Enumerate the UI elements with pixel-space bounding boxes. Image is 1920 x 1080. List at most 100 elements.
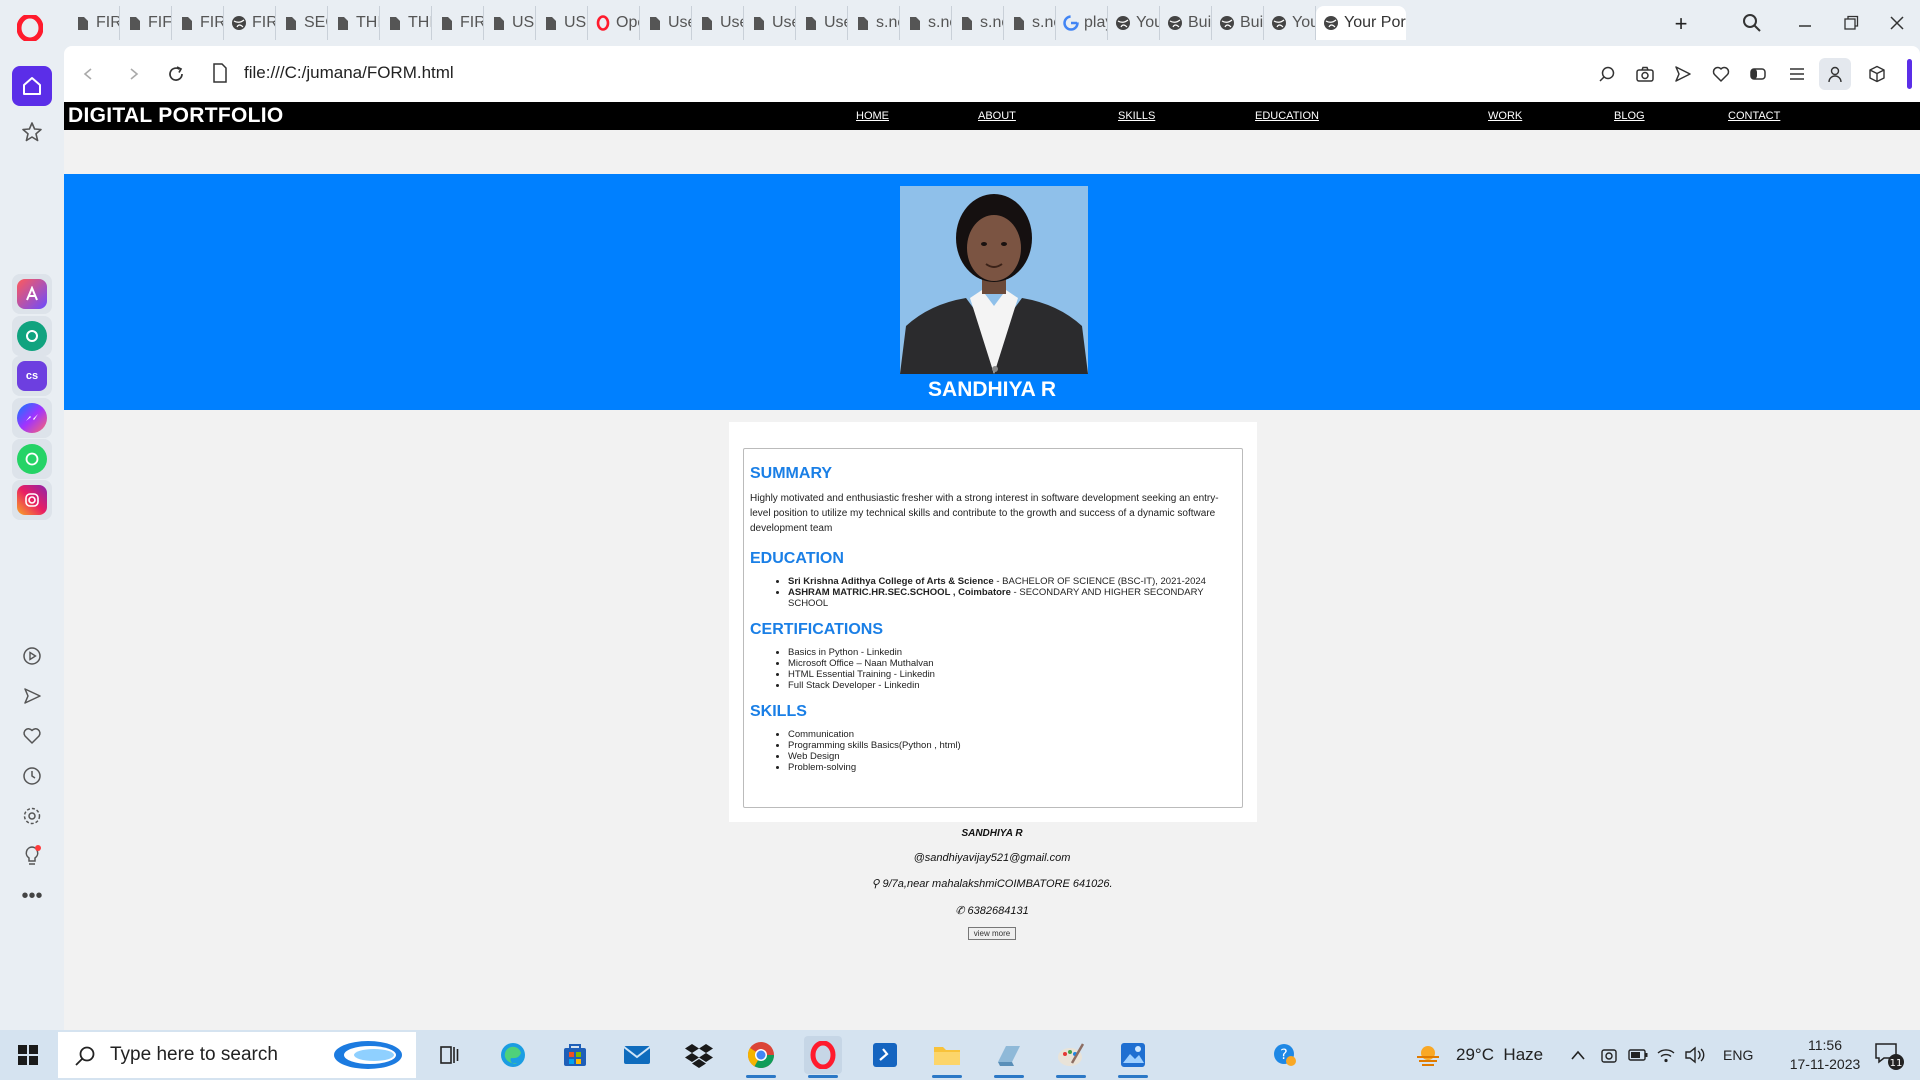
player-icon[interactable] — [12, 636, 52, 676]
minimize-button[interactable] — [1782, 0, 1828, 46]
notes-app-icon[interactable] — [990, 1036, 1028, 1078]
document-icon — [387, 15, 403, 31]
chatsonic-icon[interactable]: cs — [12, 356, 52, 396]
weather-text[interactable]: 29°C Haze — [1456, 1030, 1543, 1080]
file-explorer-icon[interactable] — [928, 1036, 966, 1078]
tab[interactable]: FIRS — [172, 6, 224, 40]
nav-link-contact[interactable]: CONTACT — [1728, 110, 1780, 122]
tab[interactable]: You — [1108, 6, 1160, 40]
more-options-icon[interactable]: ••• — [12, 876, 52, 916]
window-controls — [1722, 0, 1920, 46]
tab-label: s.no — [980, 14, 1003, 31]
clock[interactable]: 11:56 17-11-2023 — [1780, 1030, 1870, 1080]
nav-link-about[interactable]: ABOUT — [978, 110, 1016, 122]
nav-link-education[interactable]: EDUCATION — [1255, 110, 1319, 122]
flow-send-icon[interactable] — [1667, 58, 1699, 90]
snapshot-camera-icon[interactable] — [1629, 58, 1661, 90]
battery-saver-icon[interactable] — [1743, 58, 1775, 90]
bookmark-heart-icon[interactable] — [1705, 58, 1737, 90]
tab[interactable]: You — [1264, 6, 1316, 40]
task-view-icon[interactable] — [430, 1036, 468, 1074]
tips-lightbulb-icon[interactable] — [12, 836, 52, 876]
tab-label: Use — [668, 14, 691, 31]
send-icon[interactable] — [12, 676, 52, 716]
messenger-icon[interactable] — [12, 398, 52, 438]
tab[interactable]: Use — [796, 6, 848, 40]
meet-now-icon[interactable] — [1600, 1030, 1618, 1080]
certifications-list: Basics in Python - Linkedin Microsoft Of… — [750, 647, 1236, 691]
tab[interactable]: s.no — [848, 6, 900, 40]
history-clock-icon[interactable] — [12, 756, 52, 796]
tab[interactable]: SEC — [276, 6, 328, 40]
hero-banner: SANDHIYA R — [64, 174, 1920, 410]
tab-label: Use — [720, 14, 743, 31]
photos-icon[interactable] — [1114, 1036, 1152, 1078]
tab-search-icon[interactable] — [1722, 0, 1782, 46]
tab[interactable]: Buil — [1212, 6, 1264, 40]
chrome-icon[interactable] — [742, 1036, 780, 1078]
home-icon[interactable] — [12, 66, 52, 106]
nav-link-home[interactable]: HOME — [856, 110, 889, 122]
settings-gear-icon[interactable] — [12, 796, 52, 836]
language-indicator[interactable]: ENG — [1723, 1030, 1753, 1080]
dropbox-icon[interactable] — [680, 1036, 718, 1074]
bookmarks-star-icon[interactable] — [12, 112, 52, 152]
view-more-button[interactable]: view more — [968, 927, 1016, 940]
chatgpt-icon[interactable] — [12, 316, 52, 356]
back-arrow-icon[interactable] — [74, 60, 102, 88]
tab-label: FIFT — [148, 14, 172, 31]
notification-center-icon[interactable]: 11 — [1872, 1030, 1906, 1080]
tab[interactable]: Buil — [1160, 6, 1212, 40]
tab[interactable]: USE — [536, 6, 588, 40]
taskbar-search[interactable]: Type here to search — [58, 1032, 416, 1078]
tab[interactable]: FIRS — [224, 6, 276, 40]
tab[interactable]: s.no — [952, 6, 1004, 40]
tab[interactable]: play — [1056, 6, 1108, 40]
forward-arrow-icon[interactable] — [120, 60, 148, 88]
tab[interactable]: Ope — [588, 6, 640, 40]
mail-icon[interactable] — [618, 1036, 656, 1074]
nav-link-skills[interactable]: SKILLS — [1118, 110, 1155, 122]
tab[interactable]: THI — [328, 6, 380, 40]
tab[interactable]: FIFT — [120, 6, 172, 40]
chevron-up-icon[interactable] — [1570, 1030, 1586, 1080]
tab-active[interactable]: Your Por — [1316, 6, 1406, 40]
help-badge-icon[interactable]: ? — [1272, 1030, 1298, 1080]
tab[interactable]: Use — [640, 6, 692, 40]
new-tab-button[interactable]: + — [1667, 10, 1695, 38]
edge-browser-icon[interactable] — [494, 1036, 532, 1074]
powershell-icon[interactable] — [866, 1036, 904, 1074]
speaker-volume-icon[interactable] — [1684, 1030, 1706, 1080]
instagram-icon[interactable] — [12, 480, 52, 520]
heart-icon[interactable] — [12, 716, 52, 756]
close-button[interactable] — [1874, 0, 1920, 46]
tab[interactable]: FIRS — [68, 6, 120, 40]
restore-button[interactable] — [1828, 0, 1874, 46]
tab[interactable]: THI — [380, 6, 432, 40]
tab[interactable]: USE — [484, 6, 536, 40]
tab[interactable]: Use — [692, 6, 744, 40]
extensions-cube-icon[interactable] — [1857, 58, 1897, 90]
tab[interactable]: FIRS — [432, 6, 484, 40]
tab[interactable]: s.no — [900, 6, 952, 40]
paint-icon[interactable] — [1052, 1036, 1090, 1078]
resume-card: SUMMARY Highly motivated and enthusiasti… — [729, 422, 1257, 822]
nav-link-blog[interactable]: BLOG — [1614, 110, 1645, 122]
nav-link-work[interactable]: WORK — [1488, 110, 1522, 122]
profile-icon[interactable] — [1819, 58, 1851, 90]
microsoft-store-icon[interactable] — [556, 1036, 594, 1074]
easy-setup-icon[interactable] — [1781, 58, 1813, 90]
battery-icon[interactable] — [1628, 1030, 1648, 1080]
whatsapp-icon[interactable] — [12, 439, 52, 479]
wifi-icon[interactable] — [1656, 1030, 1676, 1080]
opera-logo-icon[interactable] — [14, 12, 46, 44]
weather-haze-icon[interactable] — [1414, 1030, 1442, 1080]
page-search-icon[interactable] — [1591, 58, 1623, 90]
opera-taskbar-icon[interactable] — [804, 1036, 842, 1078]
aria-ai-icon[interactable] — [12, 274, 52, 314]
tab[interactable]: s.no — [1004, 6, 1056, 40]
tab[interactable]: Use — [744, 6, 796, 40]
windows-start-icon[interactable] — [0, 1030, 56, 1080]
reload-icon[interactable] — [162, 60, 190, 88]
url-field[interactable]: file:///C:/jumana/FORM.html — [244, 63, 454, 83]
